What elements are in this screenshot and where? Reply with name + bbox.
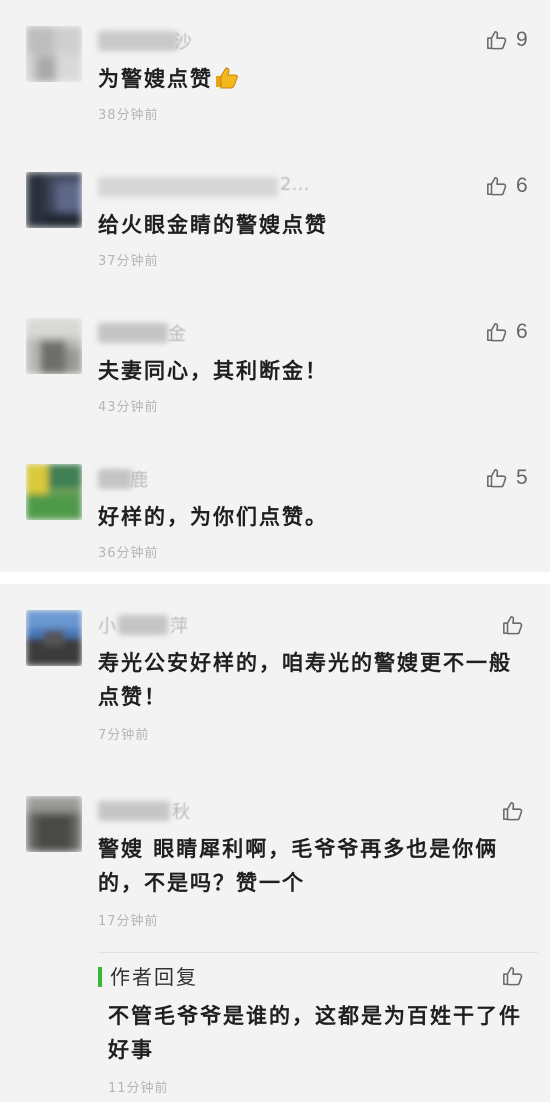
comment-text: 好样的，为你们点赞。 [98,505,328,529]
like-button[interactable] [502,800,524,826]
avatar[interactable] [26,26,82,82]
timestamp: 43分钟前 [98,400,159,415]
like-button[interactable] [502,965,524,991]
timestamp: 11分钟前 [108,1081,169,1096]
nickname[interactable]: 小 萍 [98,612,298,638]
nickname-visible-char: 鹿 [130,470,148,491]
reply-text: 不管毛爷爷是谁的，这都是为百姓干了件好事 [108,1004,522,1062]
nickname-visible-char: 小 [98,616,116,637]
comment-text: 为警嫂点赞 [98,62,528,96]
nickname[interactable]: 沙 [98,28,298,54]
nickname-visible-char: 金 [168,324,186,345]
thumbs-up-emoji-icon [213,65,239,89]
like-button[interactable]: 6 [486,172,528,200]
comment-text: 警嫂 眼睛犀利啊，毛爷爷再多也是你俩的，不是吗？赞一个 [98,837,499,895]
nickname[interactable]: 2… [98,174,309,200]
like-count: 9 [516,28,528,51]
timestamp: 7分钟前 [98,728,150,743]
reply-accent-bar [98,967,102,987]
like-button[interactable]: 5 [486,464,528,492]
nickname[interactable]: 秋 [98,798,298,824]
reply-title: 作者回复 [110,965,198,989]
nickname-visible-char: 沙 [174,32,192,53]
thumbs-up-icon [503,801,523,821]
nickname[interactable]: 金 [98,320,298,346]
avatar[interactable] [26,464,82,520]
avatar[interactable] [26,172,82,228]
comment-text: 寿光公安好样的，咱寿光的警嫂更不一般点赞！ [98,651,512,709]
avatar[interactable] [26,318,82,374]
thumbs-up-icon [487,322,507,342]
comment-text: 给火眼金睛的警嫂点赞 [98,213,328,237]
timestamp: 38分钟前 [98,108,159,123]
thumbs-up-icon [487,30,507,50]
timestamp: 36分钟前 [98,546,159,561]
nickname-visible-char: 2… [280,174,310,195]
nickname-visible-char: 秋 [172,802,190,823]
comment-text-content: 为警嫂点赞 [98,67,213,91]
thumbs-up-icon [487,468,507,488]
panel-divider [0,572,550,584]
thumbs-up-icon [503,966,523,986]
like-button[interactable] [502,614,524,640]
avatar[interactable] [26,796,82,852]
like-button[interactable]: 6 [486,318,528,346]
comment-panel-bottom: 小 萍 寿光公安好样的，咱寿光的警嫂更不一般点赞！ 7分钟前 秋 警嫂 眼睛犀利… [0,584,550,1102]
like-count: 6 [516,320,528,343]
timestamp: 17分钟前 [98,914,159,929]
nickname-visible-char: 萍 [170,616,188,637]
author-reply: 作者回复 不管毛爷爷是谁的，这都是为百姓干了件好事 11分钟前 [98,952,538,1103]
comment-text: 夫妻同心，其利断金！ [98,359,328,383]
nickname[interactable]: 鹿 [98,466,298,492]
avatar[interactable] [26,610,82,666]
like-button[interactable]: 9 [486,26,528,54]
thumbs-up-icon [487,176,507,196]
thumbs-up-icon [503,615,523,635]
like-count: 5 [516,466,528,489]
comment-panel-top: 沙 为警嫂点赞 38分钟前 9 2… 给火眼金睛的警嫂点赞 37分钟前 6 金 … [0,0,550,572]
timestamp: 37分钟前 [98,254,159,269]
like-count: 6 [516,174,528,197]
